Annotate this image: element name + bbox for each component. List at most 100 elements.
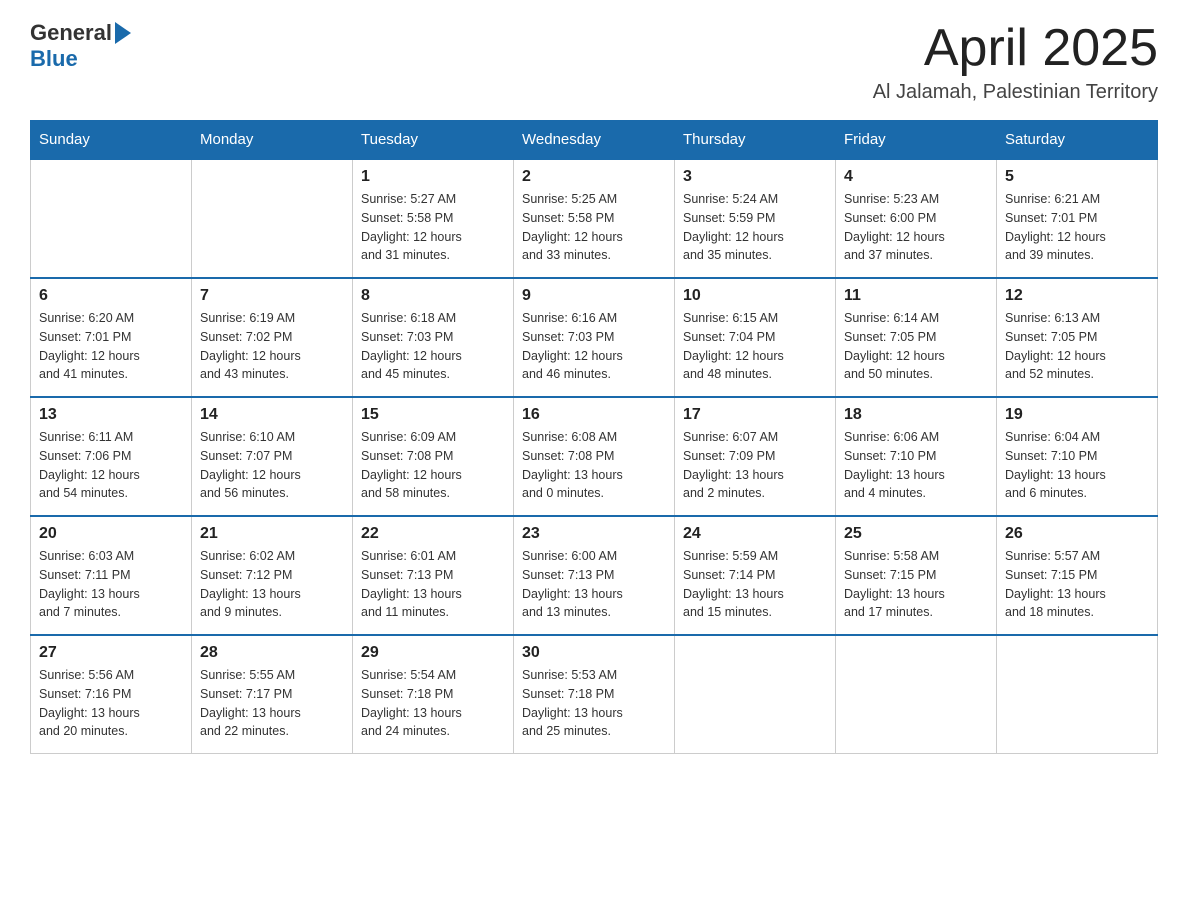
day-info: Sunrise: 5:23 AM Sunset: 6:00 PM Dayligh… [844,190,988,265]
day-number: 10 [683,287,827,305]
calendar-cell: 13 Sunrise: 6:11 AM Sunset: 7:06 PM Dayli… [31,397,192,516]
calendar-cell: 28Sunrise: 5:55 AM Sunset: 7:17 PM Dayli… [192,635,353,754]
day-info: Sunrise: 6:03 AM Sunset: 7:11 PM Dayligh… [39,547,183,622]
day-info: Sunrise: 6:06 AM Sunset: 7:10 PM Dayligh… [844,428,988,503]
calendar-cell: 6Sunrise: 6:20 AM Sunset: 7:01 PM Daylig… [31,278,192,397]
logo: General Blue [30,20,131,72]
calendar-cell: 16 Sunrise: 6:08 AM Sunset: 7:08 PM Dayli… [514,397,675,516]
day-info: Sunrise: 6:02 AM Sunset: 7:12 PM Dayligh… [200,547,344,622]
day-number: 17 [683,406,827,424]
day-info: Sunrise: 5:58 AM Sunset: 7:15 PM Dayligh… [844,547,988,622]
calendar-cell [675,635,836,754]
location-title: Al Jalamah, Palestinian Territory [873,81,1158,104]
day-number: 11 [844,287,988,305]
calendar-cell: 27Sunrise: 5:56 AM Sunset: 7:16 PM Dayli… [31,635,192,754]
day-info: Sunrise: 6:14 AM Sunset: 7:05 PM Dayligh… [844,309,988,384]
day-info: Sunrise: 6:09 AM Sunset: 7:08 PM Dayligh… [361,428,505,503]
logo-general: General [30,20,112,46]
day-info: Sunrise: 6:07 AM Sunset: 7:09 PM Dayligh… [683,428,827,503]
day-number: 22 [361,525,505,543]
day-info: Sunrise: 6:19 AM Sunset: 7:02 PM Dayligh… [200,309,344,384]
calendar-cell: 24Sunrise: 5:59 AM Sunset: 7:14 PM Dayli… [675,516,836,635]
weekday-header-wednesday: Wednesday [514,121,675,160]
calendar-cell: 7 Sunrise: 6:19 AM Sunset: 7:02 PM Daylig… [192,278,353,397]
week-row-3: 13 Sunrise: 6:11 AM Sunset: 7:06 PM Dayli… [31,397,1158,516]
week-row-5: 27Sunrise: 5:56 AM Sunset: 7:16 PM Dayli… [31,635,1158,754]
day-number: 20 [39,525,183,543]
day-number: 4 [844,168,988,186]
calendar-cell: 1 Sunrise: 5:27 AM Sunset: 5:58 PM Daylig… [353,159,514,278]
day-number: 15 [361,406,505,424]
weekday-header-monday: Monday [192,121,353,160]
day-info: Sunrise: 6:11 AM Sunset: 7:06 PM Dayligh… [39,428,183,503]
calendar-cell: 5Sunrise: 6:21 AM Sunset: 7:01 PM Daylig… [997,159,1158,278]
day-info: Sunrise: 6:04 AM Sunset: 7:10 PM Dayligh… [1005,428,1149,503]
day-number: 8 [361,287,505,305]
day-number: 3 [683,168,827,186]
calendar-cell: 4 Sunrise: 5:23 AM Sunset: 6:00 PM Daylig… [836,159,997,278]
day-info: Sunrise: 6:20 AM Sunset: 7:01 PM Dayligh… [39,309,183,384]
day-number: 24 [683,525,827,543]
day-number: 2 [522,168,666,186]
day-info: Sunrise: 5:54 AM Sunset: 7:18 PM Dayligh… [361,666,505,741]
calendar-cell [997,635,1158,754]
weekday-header-tuesday: Tuesday [353,121,514,160]
week-row-2: 6Sunrise: 6:20 AM Sunset: 7:01 PM Daylig… [31,278,1158,397]
day-info: Sunrise: 6:13 AM Sunset: 7:05 PM Dayligh… [1005,309,1149,384]
day-info: Sunrise: 5:53 AM Sunset: 7:18 PM Dayligh… [522,666,666,741]
day-info: Sunrise: 5:56 AM Sunset: 7:16 PM Dayligh… [39,666,183,741]
title-area: April 2025 Al Jalamah, Palestinian Terri… [873,20,1158,104]
day-info: Sunrise: 6:08 AM Sunset: 7:08 PM Dayligh… [522,428,666,503]
day-number: 9 [522,287,666,305]
calendar-cell: 12 Sunrise: 6:13 AM Sunset: 7:05 PM Dayli… [997,278,1158,397]
week-row-1: 1 Sunrise: 5:27 AM Sunset: 5:58 PM Daylig… [31,159,1158,278]
calendar-cell: 29 Sunrise: 5:54 AM Sunset: 7:18 PM Dayli… [353,635,514,754]
logo-arrow-icon [115,22,131,44]
day-info: Sunrise: 6:00 AM Sunset: 7:13 PM Dayligh… [522,547,666,622]
calendar-cell [31,159,192,278]
calendar-cell: 9 Sunrise: 6:16 AM Sunset: 7:03 PM Daylig… [514,278,675,397]
weekday-header-thursday: Thursday [675,121,836,160]
day-number: 29 [361,644,505,662]
day-number: 14 [200,406,344,424]
page-header: General Blue April 2025 Al Jalamah, Pale… [30,20,1158,104]
calendar-cell: 19 Sunrise: 6:04 AM Sunset: 7:10 PM Dayli… [997,397,1158,516]
calendar-cell: 2 Sunrise: 5:25 AM Sunset: 5:58 PM Daylig… [514,159,675,278]
day-info: Sunrise: 5:27 AM Sunset: 5:58 PM Dayligh… [361,190,505,265]
day-number: 13 [39,406,183,424]
calendar-cell: 18Sunrise: 6:06 AM Sunset: 7:10 PM Dayli… [836,397,997,516]
calendar-cell: 14 Sunrise: 6:10 AM Sunset: 7:07 PM Dayli… [192,397,353,516]
weekday-header-saturday: Saturday [997,121,1158,160]
day-number: 25 [844,525,988,543]
calendar-cell: 25 Sunrise: 5:58 AM Sunset: 7:15 PM Dayli… [836,516,997,635]
calendar-cell: 15 Sunrise: 6:09 AM Sunset: 7:08 PM Dayli… [353,397,514,516]
day-number: 12 [1005,287,1149,305]
calendar-cell: 26 Sunrise: 5:57 AM Sunset: 7:15 PM Dayli… [997,516,1158,635]
day-info: Sunrise: 6:16 AM Sunset: 7:03 PM Dayligh… [522,309,666,384]
day-number: 7 [200,287,344,305]
week-row-4: 20 Sunrise: 6:03 AM Sunset: 7:11 PM Dayli… [31,516,1158,635]
day-info: Sunrise: 6:10 AM Sunset: 7:07 PM Dayligh… [200,428,344,503]
calendar-cell: 23 Sunrise: 6:00 AM Sunset: 7:13 PM Dayli… [514,516,675,635]
day-number: 26 [1005,525,1149,543]
day-number: 16 [522,406,666,424]
day-info: Sunrise: 5:25 AM Sunset: 5:58 PM Dayligh… [522,190,666,265]
weekday-header-row: SundayMondayTuesdayWednesdayThursdayFrid… [31,121,1158,160]
day-info: Sunrise: 6:21 AM Sunset: 7:01 PM Dayligh… [1005,190,1149,265]
logo-blue: Blue [30,46,78,72]
day-number: 1 [361,168,505,186]
calendar-cell: 20 Sunrise: 6:03 AM Sunset: 7:11 PM Dayli… [31,516,192,635]
calendar-cell: 21 Sunrise: 6:02 AM Sunset: 7:12 PM Dayli… [192,516,353,635]
calendar-cell: 8Sunrise: 6:18 AM Sunset: 7:03 PM Daylig… [353,278,514,397]
calendar-cell: 22 Sunrise: 6:01 AM Sunset: 7:13 PM Dayli… [353,516,514,635]
calendar-cell: 17 Sunrise: 6:07 AM Sunset: 7:09 PM Dayli… [675,397,836,516]
day-info: Sunrise: 5:57 AM Sunset: 7:15 PM Dayligh… [1005,547,1149,622]
day-info: Sunrise: 6:01 AM Sunset: 7:13 PM Dayligh… [361,547,505,622]
calendar-cell: 11 Sunrise: 6:14 AM Sunset: 7:05 PM Dayli… [836,278,997,397]
calendar-cell: 3Sunrise: 5:24 AM Sunset: 5:59 PM Daylig… [675,159,836,278]
day-number: 23 [522,525,666,543]
weekday-header-friday: Friday [836,121,997,160]
day-number: 19 [1005,406,1149,424]
day-number: 21 [200,525,344,543]
weekday-header-sunday: Sunday [31,121,192,160]
